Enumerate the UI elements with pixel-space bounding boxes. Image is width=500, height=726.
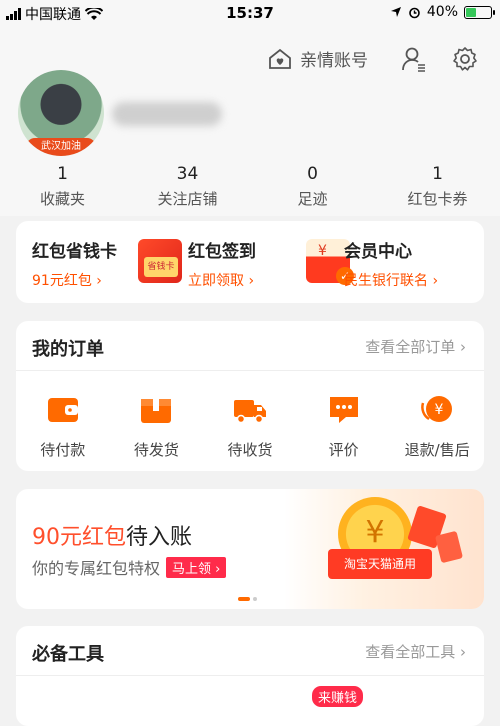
- avatar-badge: 武汉加油: [26, 138, 96, 156]
- claim-now-button[interactable]: 马上领 ›: [166, 556, 227, 578]
- view-all-tools-link[interactable]: 查看全部工具 ›: [365, 641, 466, 662]
- order-to-receive[interactable]: 待收货: [203, 391, 297, 460]
- tools-title: 必备工具: [32, 644, 104, 665]
- banner-headline-rest: 待入账: [126, 525, 193, 550]
- battery-percent: 40%: [426, 4, 458, 20]
- earn-money-badge: 来赚钱: [312, 686, 364, 707]
- stat-favorites[interactable]: 1 收藏夹: [0, 164, 125, 209]
- order-label: 待收货: [227, 441, 273, 459]
- orders-title: 我的订单: [32, 339, 104, 360]
- banner-subtitle: 你的专属红包特权: [32, 559, 161, 578]
- promo-checkin[interactable]: 红包签到 立即领取 › ¥ ✓: [172, 221, 354, 303]
- stats-row: 1 收藏夹 34 关注店铺 0 足迹 1 红包卡券: [0, 164, 500, 209]
- tools-card: 必备工具 查看全部工具 › 来赚钱: [16, 626, 484, 726]
- promo-title: 会员中心: [344, 242, 412, 262]
- stat-coupons[interactable]: 1 红包卡券: [375, 164, 500, 209]
- location-arrow-icon: [390, 7, 401, 17]
- avatar[interactable]: 武汉加油: [18, 70, 104, 156]
- delivery-truck-icon: [233, 400, 266, 424]
- stat-label: 收藏夹: [39, 190, 85, 208]
- stat-number: 1: [57, 164, 68, 184]
- stat-number: 34: [176, 164, 199, 184]
- red-packet-banner[interactable]: ¥ 淘宝天猫通用 90元红包待入账 你的专属红包特权 马上领 ›: [16, 489, 484, 609]
- order-label: 评价: [328, 441, 359, 459]
- promo-subtitle: 民生银行联名 ›: [344, 273, 439, 289]
- carousel-dot: [253, 597, 257, 601]
- comment-icon: [329, 397, 358, 423]
- envelope-yen: ¥: [318, 243, 327, 259]
- red-envelope-decoration: [434, 530, 464, 564]
- order-label: 待发货: [133, 441, 179, 459]
- svg-text:¥: ¥: [435, 402, 444, 418]
- order-label: 退款/售后: [404, 441, 470, 459]
- order-status-row: 待付款 待发货 待收货 评价 ¥ 退款/售后: [16, 391, 484, 460]
- orders-card: 我的订单 查看全部订单 › 待付款 待发货 待收货 评价 ¥ 退款/售后: [16, 321, 484, 471]
- order-to-review[interactable]: 评价: [297, 391, 391, 460]
- divider: [16, 675, 484, 676]
- family-account-button[interactable]: 亲情账号: [268, 46, 368, 71]
- status-bar: 中国联通 15:37 40%: [0, 0, 500, 26]
- username-blurred: [112, 102, 222, 126]
- view-all-orders-link[interactable]: 查看全部订单 ›: [365, 336, 466, 357]
- order-refund[interactable]: ¥ 退款/售后: [390, 391, 484, 460]
- order-label: 待付款: [40, 441, 86, 459]
- stat-number: 0: [307, 164, 318, 184]
- battery-icon: [464, 5, 495, 19]
- gear-icon[interactable]: [452, 46, 478, 72]
- home-heart-icon: [269, 48, 291, 69]
- carousel-dots: [238, 597, 257, 601]
- package-icon: [141, 399, 172, 423]
- stat-label: 红包卡券: [407, 190, 468, 208]
- promo-card: 红包省钱卡 91元红包 › 省钱卡 红包签到 立即领取 › ¥ ✓ 会员中心 民…: [16, 221, 484, 303]
- refund-icon: ¥: [421, 396, 453, 422]
- account-settings-icon[interactable]: [401, 46, 427, 72]
- banner-amount: 90元红包: [32, 525, 126, 550]
- profile-header: 亲情账号 武汉加油 1 收藏夹 34 关注店铺 0 足迹 1 红包卡券: [0, 26, 500, 216]
- divider: [16, 370, 484, 371]
- order-to-ship[interactable]: 待发货: [110, 391, 204, 460]
- banner-art: ¥ 淘宝天猫通用: [284, 489, 484, 609]
- alarm-icon: [409, 7, 420, 18]
- banner-subtitle-row: 你的专属红包特权 马上领 ›: [32, 555, 227, 579]
- promo-member-center[interactable]: 会员中心 民生银行联名 ›: [328, 221, 484, 303]
- banner-art-label: 淘宝天猫通用: [328, 549, 432, 579]
- status-right: 40%: [390, 4, 495, 20]
- stat-footprints[interactable]: 0 足迹: [250, 164, 375, 209]
- stat-label: 足迹: [297, 190, 328, 208]
- stat-followed-stores[interactable]: 34 关注店铺: [125, 164, 250, 209]
- carousel-dot-active: [238, 597, 250, 601]
- banner-headline: 90元红包待入账: [32, 519, 192, 551]
- promo-savings-card[interactable]: 红包省钱卡 91元红包 › 省钱卡: [16, 221, 182, 303]
- family-account-label: 亲情账号: [300, 51, 368, 71]
- order-pending-payment[interactable]: 待付款: [16, 391, 110, 460]
- wallet-icon: [47, 398, 78, 422]
- stat-number: 1: [432, 164, 443, 184]
- stat-label: 关注店铺: [157, 190, 218, 208]
